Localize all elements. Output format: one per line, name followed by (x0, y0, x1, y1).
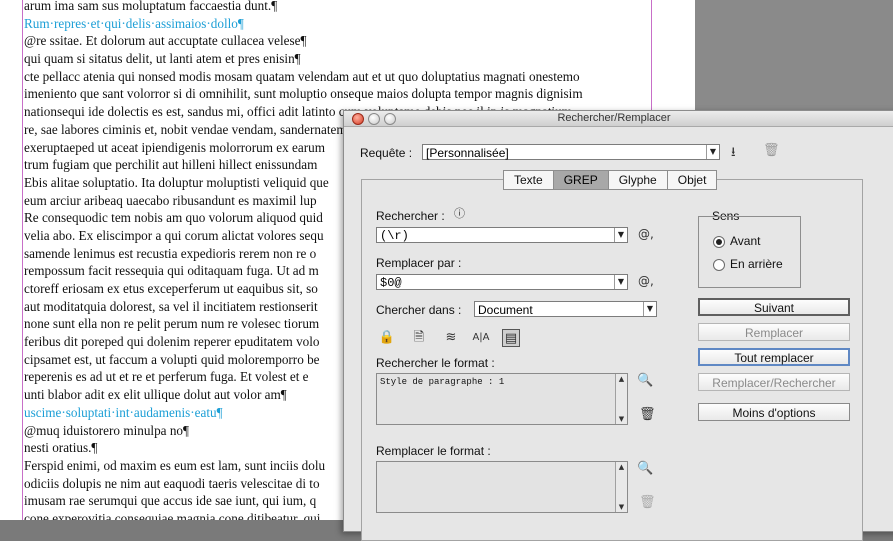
chevron-down-icon: ▼ (614, 275, 627, 289)
radio-forward[interactable] (713, 236, 725, 248)
include-hidden-layers-icon[interactable]: ≋ (442, 329, 460, 347)
include-footnotes-icon[interactable]: ▤ (502, 329, 520, 347)
find-format-scrollbar[interactable]: ▲ ▼ (615, 374, 627, 424)
text-line: qui quam si sitatus delit, ut lanti atem… (24, 51, 301, 67)
query-label: Requête : (360, 146, 413, 160)
fewer-options-button[interactable]: Moins d'options (698, 403, 850, 421)
tab-glyphe[interactable]: Glyphe (609, 171, 668, 189)
chevron-down-icon: ▼ (643, 302, 656, 316)
radio-backward[interactable] (713, 259, 725, 271)
replace-label: Remplacer par : (376, 256, 462, 270)
special-chars-replace-icon[interactable]: @, (638, 274, 654, 288)
text-line: cte pellacc atenia qui nonsed modis mosa… (24, 68, 580, 84)
find-replace-dialog: Rechercher/Remplacer Requête : [Personna… (343, 110, 893, 541)
text-line: imeniento que sant volorror si di omnihi… (24, 86, 583, 102)
include-master-pages-icon[interactable]: A|A (472, 329, 490, 347)
text-line: Rum·repres·et·qui·delis·assimaios·dollo¶ (24, 15, 244, 31)
tab-grep[interactable]: GREP (553, 171, 609, 189)
search-in-label: Chercher dans : (376, 303, 462, 317)
find-format-box[interactable]: Style de paragraphe : 1 ▲ ▼ (376, 373, 628, 425)
clear-replace-format-icon[interactable]: 🗑 (639, 495, 656, 510)
query-select[interactable]: [Personnalisée] ▼ (422, 144, 720, 160)
clear-find-format-icon[interactable]: 🗑 (639, 407, 656, 422)
include-locked-stories-icon[interactable]: 🗎 (410, 329, 428, 347)
text-line: @re ssitae. Et dolorum aut accuptate cul… (24, 33, 307, 49)
info-icon[interactable]: ⓘ (454, 205, 465, 221)
dialog-titlebar[interactable]: Rechercher/Remplacer (344, 111, 893, 127)
text-line: arum ima sam sus moluptatum faccaestia d… (24, 0, 278, 13)
find-field[interactable]: (\r) ▼ (376, 227, 628, 243)
find-format-label: Rechercher le format : (376, 356, 495, 370)
specify-replace-format-icon[interactable]: 🔍 (637, 461, 653, 476)
special-chars-find-icon[interactable]: @, (638, 227, 654, 241)
chevron-down-icon: ▼ (614, 228, 627, 242)
direction-group: Avant En arrière (698, 216, 801, 288)
find-format-value: Style de paragraphe : 1 (380, 377, 505, 387)
tab-objet[interactable]: Objet (668, 171, 717, 189)
replace-button[interactable]: Remplacer (698, 323, 850, 341)
specify-find-format-icon[interactable]: 🔍 (637, 373, 653, 388)
replace-value: $0@ (380, 276, 402, 290)
replace-field[interactable]: $0@ ▼ (376, 274, 628, 290)
query-value: [Personnalisée] (426, 146, 509, 160)
margin-guide-left (22, 0, 23, 520)
chevron-down-icon: ▼ (706, 145, 719, 159)
next-button[interactable]: Suivant (698, 298, 850, 316)
search-in-value: Document (478, 303, 533, 317)
delete-query-icon[interactable]: 🗑 (763, 143, 780, 158)
tab-bar: Texte GREP Glyphe Objet (503, 170, 718, 190)
dialog-title: Rechercher/Remplacer (557, 112, 671, 124)
tab-texte[interactable]: Texte (504, 171, 554, 189)
replace-format-scrollbar[interactable]: ▲ ▼ (615, 462, 627, 512)
replace-all-button[interactable]: Tout remplacer (698, 348, 850, 366)
replace-format-label: Remplacer le format : (376, 444, 491, 458)
radio-forward-label[interactable]: Avant (730, 234, 760, 248)
find-label: Rechercher : (376, 209, 445, 223)
find-value: (\r) (380, 229, 409, 243)
save-query-icon[interactable]: ⭳ (731, 143, 736, 165)
include-locked-layers-icon[interactable]: 🔒 (378, 329, 396, 347)
radio-backward-label[interactable]: En arrière (730, 257, 783, 271)
replace-find-button[interactable]: Remplacer/Rechercher (698, 373, 850, 391)
search-in-select[interactable]: Document ▼ (474, 301, 657, 317)
replace-format-box[interactable]: ▲ ▼ (376, 461, 628, 513)
